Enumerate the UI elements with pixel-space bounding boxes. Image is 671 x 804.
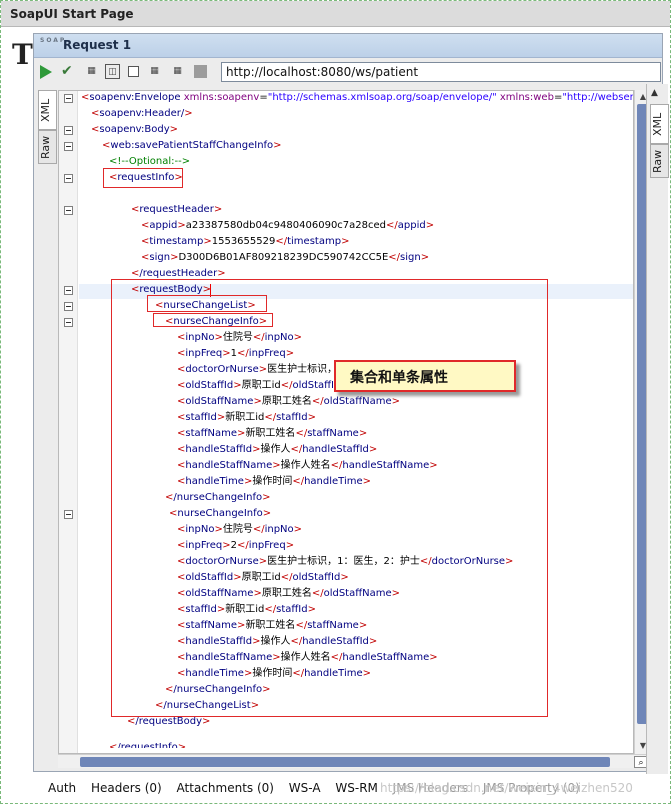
xml-line: </requestInfo>: [109, 742, 187, 753]
xml-field-line: <staffId>新职工id</staffId>: [177, 604, 316, 615]
text-cursor: [210, 284, 211, 297]
xml-line: <requestBody>: [131, 284, 212, 295]
aut-endpoint-icon[interactable]: ▦: [147, 64, 162, 79]
xml-line: </requestHeader>: [131, 268, 226, 279]
disabled-tool-icon: [194, 65, 207, 78]
xml-line: </nurseChangeList>: [155, 700, 260, 711]
xml-line: <requestHeader>: [131, 204, 223, 215]
xml-field-line: <oldStaffId>原职工id</oldStaffId>: [177, 380, 349, 391]
validate-check-icon[interactable]: ✔: [61, 64, 76, 79]
xml-field-line: <inpNo>住院号</inpNo>: [177, 332, 303, 343]
xml-line: <web:savePatientStaffChangeInfo>: [102, 140, 282, 151]
xml-line: <soapenv:Envelope xmlns:soapenv="http://…: [81, 92, 634, 103]
request-window: SOAP Request 1 ✔ ▦ ◫ ▦ ▦ http://localhos…: [33, 33, 663, 772]
tab-headers[interactable]: Headers (0): [91, 781, 162, 795]
xml-field-line: <handleTime>操作时间</handleTime>: [177, 668, 372, 679]
request-window-title: Request 1: [63, 38, 132, 52]
xml-line: <nurseChangeInfo>: [165, 316, 268, 327]
xml-line: <soapenv:Header/>: [91, 108, 193, 119]
xml-field-line: <handleTime>操作时间</handleTime>: [177, 476, 372, 487]
create-empty-request-icon[interactable]: ▦: [84, 64, 99, 79]
tab-attachments[interactable]: Attachments (0): [177, 781, 274, 795]
response-panel-edge: ▲ XML Raw: [646, 84, 669, 774]
stop-icon[interactable]: [128, 66, 139, 77]
horizontal-scroll-thumb[interactable]: [80, 757, 610, 767]
xml-line: </requestBody>: [127, 716, 211, 727]
xml-field-line: <inpFreq>2</inpFreq>: [177, 540, 295, 551]
xml-field-line: <inpFreq>1</inpFreq>: [177, 348, 295, 359]
tab-ws-a[interactable]: WS-A: [289, 781, 321, 795]
xml-field-line: <staffName>新职工姓名</staffName>: [177, 428, 368, 439]
xml-field-line: <staffId>新职工id</staffId>: [177, 412, 316, 423]
xml-line: <nurseChangeInfo>: [169, 508, 272, 519]
response-tab-xml[interactable]: XML: [650, 104, 669, 144]
xml-line: </nurseChangeInfo>: [165, 684, 271, 695]
watermark: https://blog.csdn.net/weixin_4weizhen520: [380, 781, 633, 795]
xml-field-line: <handleStaffId>操作人</handleStaffId>: [177, 444, 378, 455]
xml-code: <soapenv:Envelope xmlns:soapenv="http://…: [59, 91, 633, 753]
recreate-request-icon[interactable]: ◫: [105, 64, 120, 79]
soap-logo-icon: SOAP: [40, 37, 67, 44]
xml-line: <soapenv:Body>: [91, 124, 179, 135]
start-page-tab-label: SoapUI Start Page: [10, 7, 134, 21]
endpoint-url-field[interactable]: http://localhost:8080/ws/patient: [221, 62, 661, 82]
tab-raw[interactable]: Raw: [38, 130, 57, 164]
xml-comment: <!--Optional:-->: [109, 156, 191, 167]
tab-auth[interactable]: Auth: [48, 781, 76, 795]
xml-field-line: <doctorOrNurse>医生护士标识，1：医生，2：护士</doctorO…: [177, 556, 514, 567]
xml-editor[interactable]: <soapenv:Envelope xmlns:soapenv="http://…: [58, 90, 634, 754]
xml-field-line: <handleStaffId>操作人</handleStaffId>: [177, 636, 378, 647]
start-page-tab[interactable]: SoapUI Start Page: [1, 1, 670, 27]
xml-line: <appid>a23387580db04c9480406090c7a28ced<…: [141, 220, 435, 231]
xml-field-line: <handleStaffName>操作人姓名</handleStaffName>: [177, 652, 438, 663]
xml-line: <sign>D300D6B01AF809218239DC590742CC5E</…: [141, 252, 430, 263]
response-tab-raw[interactable]: Raw: [650, 144, 669, 178]
xml-field-line: <oldStaffId>原职工id</oldStaffId>: [177, 572, 349, 583]
xml-field-line: <oldStaffName>原职工姓名</oldStaffName>: [177, 396, 401, 407]
tab-xml[interactable]: XML: [38, 90, 57, 130]
xml-field-line: <staffName>新职工姓名</staffName>: [177, 620, 368, 631]
xml-line: <timestamp>1553655529</timestamp>: [141, 236, 350, 247]
xml-field-line: <oldStaffName>原职工姓名</oldStaffName>: [177, 588, 401, 599]
editor-horizontal-scrollbar[interactable]: ⌕: [58, 754, 650, 768]
xml-line: <requestInfo>: [109, 172, 183, 183]
wss-config-icon[interactable]: ▦: [170, 64, 185, 79]
xml-field-line: <inpNo>住院号</inpNo>: [177, 524, 303, 535]
xml-line: </nurseChangeInfo>: [165, 492, 271, 503]
xml-line: <nurseChangeList>: [155, 300, 256, 311]
annotation-callout: 集合和单条属性: [334, 360, 516, 392]
start-page-heading-fragment: T: [12, 38, 33, 71]
tab-ws-rm[interactable]: WS-RM: [335, 781, 378, 795]
scroll-up-icon[interactable]: ▲: [651, 88, 658, 98]
request-window-titlebar: SOAP Request 1: [34, 34, 662, 58]
submit-request-play-icon[interactable]: [40, 65, 52, 79]
xml-field-line: <handleStaffName>操作人姓名</handleStaffName>: [177, 460, 438, 471]
request-toolbar: ✔ ▦ ◫ ▦ ▦ http://localhost:8080/ws/patie…: [34, 59, 662, 86]
